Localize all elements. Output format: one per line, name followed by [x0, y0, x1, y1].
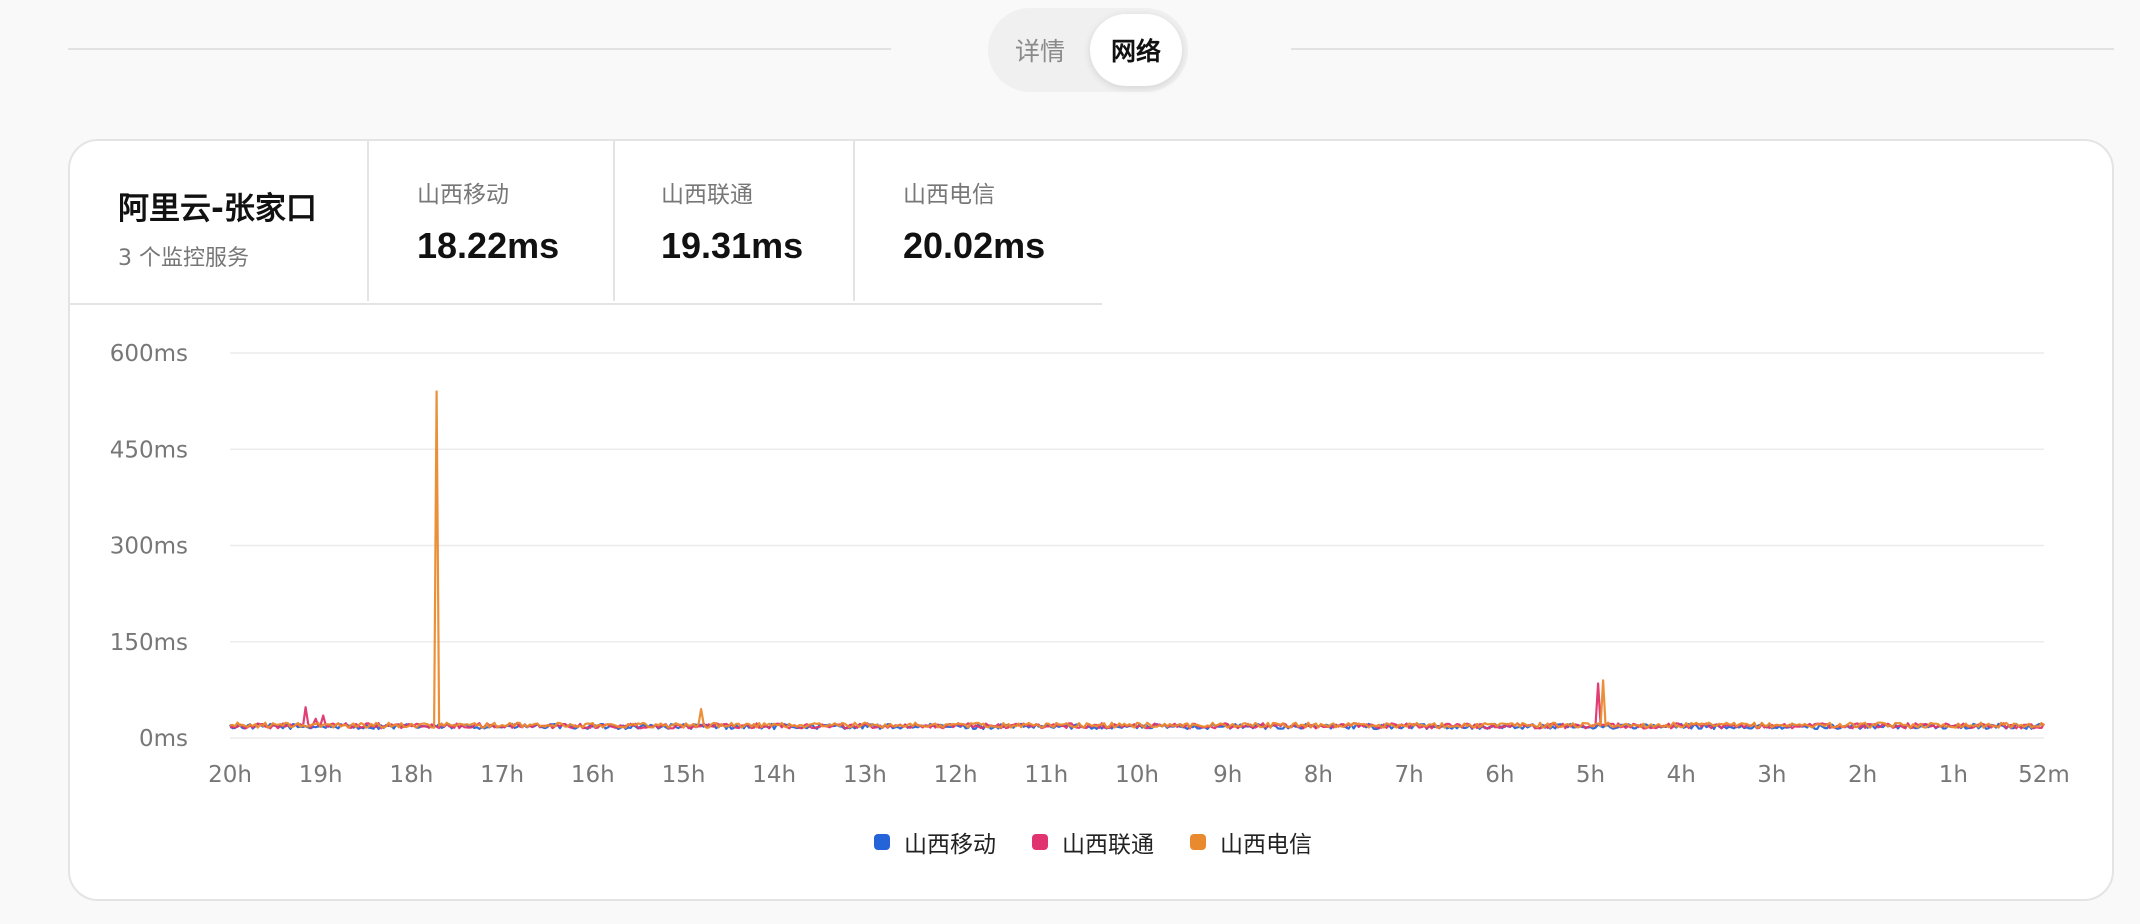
legend-item-unicom[interactable]: 山西联通: [1032, 825, 1154, 859]
view-tabs: 详情 网络: [988, 8, 1188, 92]
y-tick-label: 150ms: [110, 630, 188, 656]
tab-details[interactable]: 详情: [994, 14, 1086, 86]
x-tick-label: 3h: [1757, 762, 1786, 788]
x-tick-label: 12h: [934, 762, 978, 788]
x-tick-label: 17h: [480, 762, 524, 788]
series-line-telecom: [229, 390, 2045, 729]
x-tick-label: 11h: [1024, 762, 1068, 788]
legend-swatch-unicom: [1032, 834, 1048, 850]
x-tick-label: 5h: [1576, 762, 1605, 788]
tab-network[interactable]: 网络: [1090, 14, 1182, 86]
x-tick-label: 18h: [389, 762, 433, 788]
chart-legend: 山西移动 山西联通 山西电信: [70, 822, 2112, 862]
y-tick-label: 300ms: [110, 534, 188, 560]
x-tick-label: 13h: [843, 762, 887, 788]
x-tick-label: 4h: [1667, 762, 1696, 788]
x-tick-label: 7h: [1394, 762, 1423, 788]
series-line-unicom: [229, 682, 2045, 730]
x-tick-label: 10h: [1115, 762, 1159, 788]
legend-label-telecom: 山西电信: [1220, 832, 1312, 858]
x-tick-label: 14h: [752, 762, 796, 788]
x-tick-label: 1h: [1939, 762, 1968, 788]
header-divider-left: [68, 48, 891, 50]
x-tick-label: 16h: [571, 762, 615, 788]
x-tick-label: 19h: [299, 762, 343, 788]
network-card: 阿里云-张家口 3 个监控服务 山西移动 18.22ms 山西联通 19.31m…: [68, 139, 2114, 901]
x-tick-label: 9h: [1213, 762, 1242, 788]
y-tick-label: 450ms: [110, 437, 188, 463]
legend-swatch-telecom: [1190, 834, 1206, 850]
y-tick-label: 600ms: [110, 341, 188, 367]
legend-label-unicom: 山西联通: [1062, 832, 1154, 858]
legend-label-mobile: 山西移动: [904, 832, 996, 858]
x-tick-label: 15h: [662, 762, 706, 788]
legend-item-mobile[interactable]: 山西移动: [874, 825, 996, 859]
x-tick-label: 8h: [1304, 762, 1333, 788]
latency-chart[interactable]: 0ms 150ms 300ms 450ms 600ms 20h 19h 18h 17h 16h 15…: [70, 141, 2114, 821]
x-tick-label: 2h: [1848, 762, 1877, 788]
x-tick-label: 6h: [1485, 762, 1514, 788]
x-tick-label: 20h: [208, 762, 252, 788]
legend-item-telecom[interactable]: 山西电信: [1190, 825, 1312, 859]
header-divider-right: [1291, 48, 2114, 50]
legend-swatch-mobile: [874, 834, 890, 850]
y-tick-label: 0ms: [139, 726, 188, 752]
x-tick-label: 52m: [2018, 762, 2070, 788]
